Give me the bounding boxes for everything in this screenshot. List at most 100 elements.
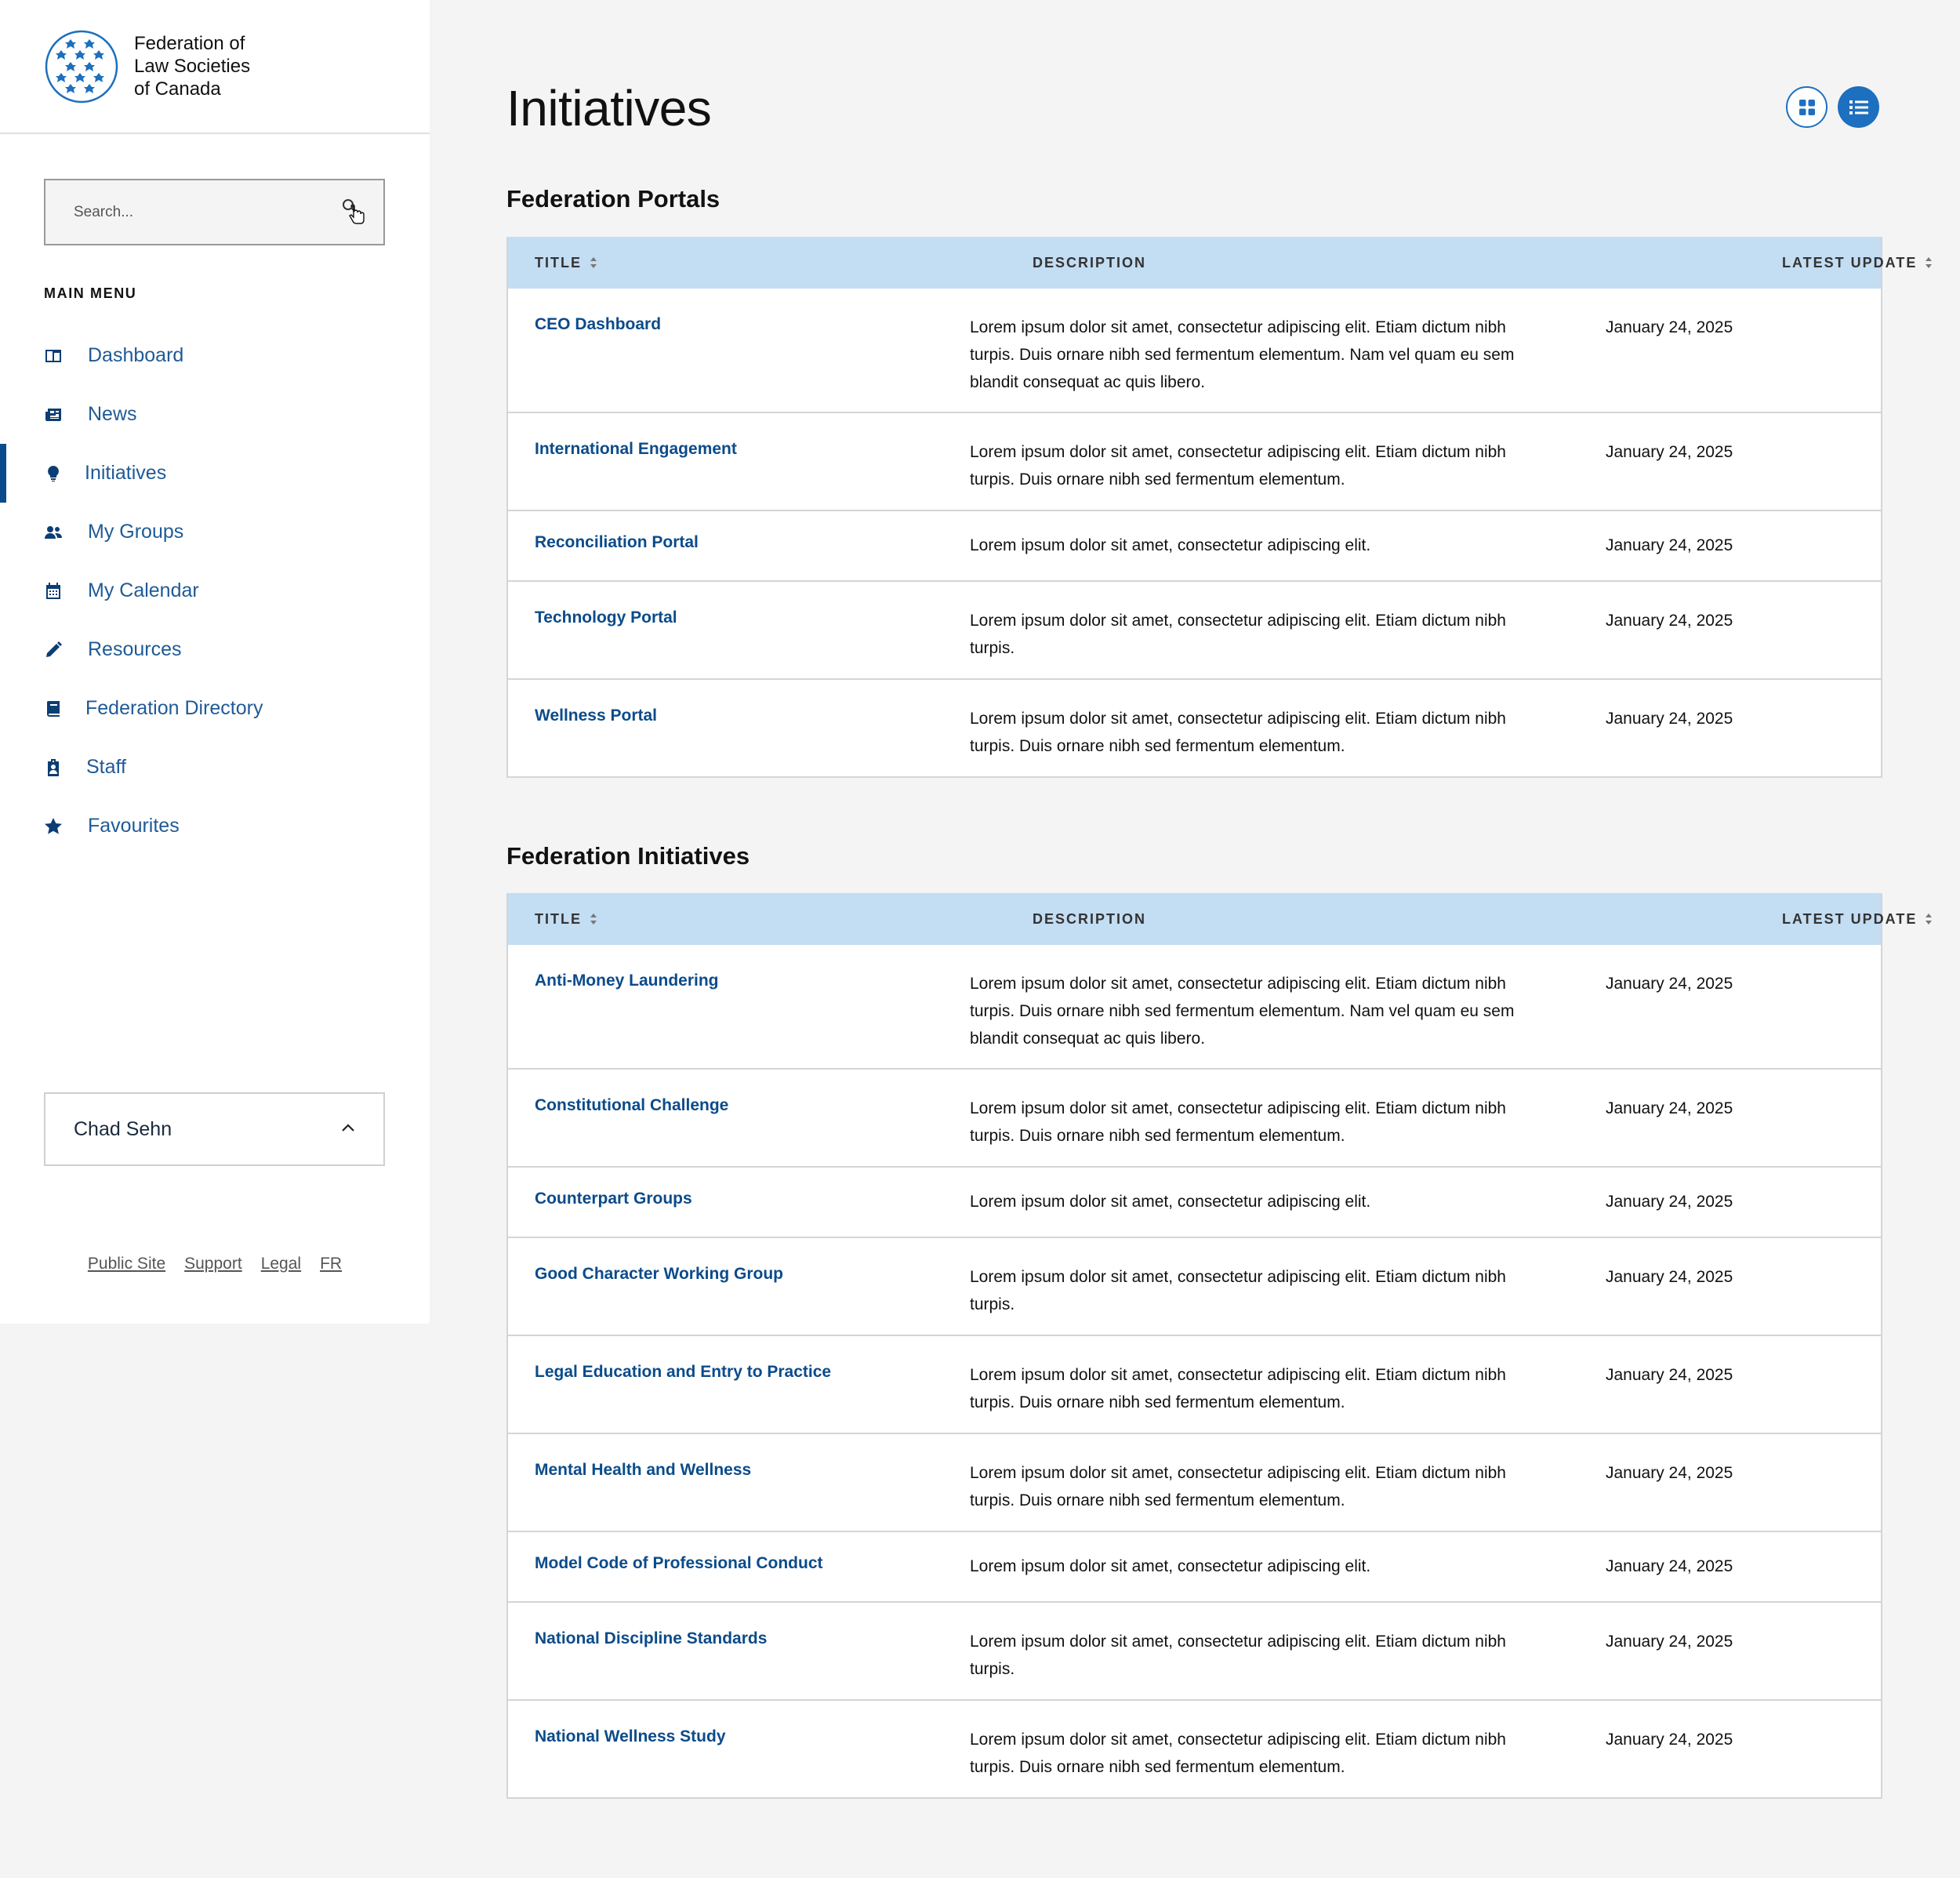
chevron-up-icon <box>341 1122 355 1136</box>
row-title-link[interactable]: Good Character Working Group <box>535 1265 783 1284</box>
row-date: January 24, 2025 <box>1606 1366 1733 1384</box>
menu-item-label: Dashboard <box>88 344 184 366</box>
row-title-link[interactable]: Technology Portal <box>535 608 677 627</box>
brand[interactable]: Federation of Law Societies of Canada <box>0 0 430 134</box>
newspaper-icon <box>44 405 63 424</box>
user-name: Chad Sehn <box>74 1117 172 1140</box>
menu-item-my-calendar[interactable]: My Calendar <box>0 561 430 620</box>
table-row: Reconciliation Portal Lorem ipsum dolor … <box>508 510 1881 580</box>
menu-item-label: News <box>88 403 137 425</box>
menu-item-my-groups[interactable]: My Groups <box>0 503 430 561</box>
user-menu-toggle[interactable]: Chad Sehn <box>44 1092 385 1166</box>
menu-item-label: My Calendar <box>88 579 199 601</box>
search-input[interactable] <box>74 203 341 221</box>
row-description: Lorem ipsum dolor sit amet, consectetur … <box>970 1366 1506 1411</box>
menu-item-federation-directory[interactable]: Federation Directory <box>0 679 430 738</box>
column-header-latest-update[interactable]: LATEST UPDATE <box>1782 237 1933 289</box>
menu-item-initiatives[interactable]: Initiatives <box>0 444 430 503</box>
footer-links: Public Site Support Legal FR <box>0 1255 430 1273</box>
table-body: Anti-Money Laundering Lorem ipsum dolor … <box>508 945 1881 1797</box>
sidebar: Federation of Law Societies of Canada MA… <box>0 0 430 1324</box>
id-badge-icon <box>44 758 63 777</box>
page-title: Initiatives <box>506 80 712 136</box>
row-date: January 24, 2025 <box>1606 612 1733 630</box>
menu-item-favourites[interactable]: Favourites <box>0 797 430 855</box>
row-description: Lorem ipsum dolor sit amet, consectetur … <box>970 1099 1506 1145</box>
column-header-title[interactable]: TITLE <box>535 237 597 289</box>
main-menu: Dashboard News Initiatives My Groups My … <box>0 326 430 855</box>
row-title-link[interactable]: Legal Education and Entry to Practice <box>535 1363 831 1382</box>
table-header: TITLE DESCRIPTION LATEST UPDATE <box>508 893 1933 945</box>
menu-item-news[interactable]: News <box>0 385 430 444</box>
table-body: CEO Dashboard Lorem ipsum dolor sit amet… <box>508 289 1881 776</box>
table-header: TITLE DESCRIPTION LATEST UPDATE <box>508 237 1933 289</box>
list-view-button[interactable] <box>1838 86 1879 128</box>
footer-link-legal[interactable]: Legal <box>261 1255 301 1273</box>
menu-item-resources[interactable]: Resources <box>0 620 430 679</box>
menu-item-dashboard[interactable]: Dashboard <box>0 326 430 385</box>
brand-name-line-2: Law Societies <box>134 56 251 77</box>
table-row: Counterpart Groups Lorem ipsum dolor sit… <box>508 1166 1881 1237</box>
book-icon <box>44 699 63 718</box>
row-title-link[interactable]: Model Code of Professional Conduct <box>535 1554 823 1573</box>
row-date: January 24, 2025 <box>1606 536 1733 554</box>
table-row: Mental Health and Wellness Lorem ipsum d… <box>508 1433 1881 1531</box>
row-date: January 24, 2025 <box>1606 710 1733 728</box>
footer-link-fr[interactable]: FR <box>320 1255 342 1273</box>
dashboard-icon <box>44 347 63 365</box>
footer-link-public-site[interactable]: Public Site <box>88 1255 165 1273</box>
table-row: Constitutional Challenge Lorem ipsum dol… <box>508 1068 1881 1166</box>
initiatives-heading: Federation Initiatives <box>506 842 750 870</box>
menu-item-label: My Groups <box>88 521 184 543</box>
row-description: Lorem ipsum dolor sit amet, consectetur … <box>970 443 1506 489</box>
row-description: Lorem ipsum dolor sit amet, consectetur … <box>970 1268 1506 1313</box>
search-icon[interactable] <box>341 197 366 228</box>
grid-icon <box>1798 99 1815 115</box>
row-title-link[interactable]: International Engagement <box>535 440 737 459</box>
row-title-link[interactable]: CEO Dashboard <box>535 315 661 334</box>
menu-item-staff[interactable]: Staff <box>0 738 430 797</box>
column-header-title[interactable]: TITLE <box>535 893 597 945</box>
row-date: January 24, 2025 <box>1606 1633 1733 1651</box>
row-title-link[interactable]: Reconciliation Portal <box>535 533 699 552</box>
grid-view-button[interactable] <box>1786 86 1828 128</box>
table-row: National Discipline Standards Lorem ipsu… <box>508 1601 1881 1699</box>
row-date: January 24, 2025 <box>1606 975 1733 993</box>
column-header-latest-update[interactable]: LATEST UPDATE <box>1782 893 1933 945</box>
row-description: Lorem ipsum dolor sit amet, consectetur … <box>970 1633 1506 1678</box>
row-title-link[interactable]: Counterpart Groups <box>535 1190 692 1208</box>
row-description: Lorem ipsum dolor sit amet, consectetur … <box>970 318 1515 391</box>
table-row: Technology Portal Lorem ipsum dolor sit … <box>508 580 1881 678</box>
search-box <box>44 179 385 245</box>
main-menu-heading: MAIN MENU <box>44 285 137 301</box>
row-date: January 24, 2025 <box>1606 1099 1733 1117</box>
row-title-link[interactable]: Mental Health and Wellness <box>535 1461 751 1480</box>
row-date: January 24, 2025 <box>1606 1557 1733 1575</box>
list-icon <box>1849 100 1868 114</box>
table-row: CEO Dashboard Lorem ipsum dolor sit amet… <box>508 289 1881 412</box>
table-row: National Wellness Study Lorem ipsum dolo… <box>508 1699 1881 1797</box>
footer-link-support[interactable]: Support <box>184 1255 242 1273</box>
brand-name-line-1: Federation of <box>134 33 245 54</box>
menu-item-label: Favourites <box>88 815 180 837</box>
pencil-icon <box>44 641 63 659</box>
table-row: Model Code of Professional Conduct Lorem… <box>508 1531 1881 1601</box>
row-title-link[interactable]: National Discipline Standards <box>535 1629 767 1648</box>
row-title-link[interactable]: Wellness Portal <box>535 707 657 725</box>
row-date: January 24, 2025 <box>1606 1464 1733 1482</box>
row-description: Lorem ipsum dolor sit amet, consectetur … <box>970 1731 1506 1776</box>
lightbulb-icon <box>44 464 63 483</box>
initiatives-table: TITLE DESCRIPTION LATEST UPDATE Anti-Mon… <box>506 893 1933 1799</box>
table-row: Legal Education and Entry to Practice Lo… <box>508 1335 1881 1433</box>
federation-logo-icon <box>45 30 118 103</box>
brand-name: Federation of Law Societies of Canada <box>134 32 250 100</box>
row-title-link[interactable]: Anti-Money Laundering <box>535 972 719 990</box>
sort-icon <box>1926 914 1933 924</box>
row-title-link[interactable]: National Wellness Study <box>535 1727 726 1746</box>
row-description: Lorem ipsum dolor sit amet, consectetur … <box>970 536 1371 554</box>
sort-icon <box>590 257 597 268</box>
row-title-link[interactable]: Constitutional Challenge <box>535 1096 728 1115</box>
portals-table: TITLE DESCRIPTION LATEST UPDATE CEO Dash… <box>506 237 1933 778</box>
star-icon <box>44 817 63 836</box>
row-description: Lorem ipsum dolor sit amet, consectetur … <box>970 612 1506 657</box>
